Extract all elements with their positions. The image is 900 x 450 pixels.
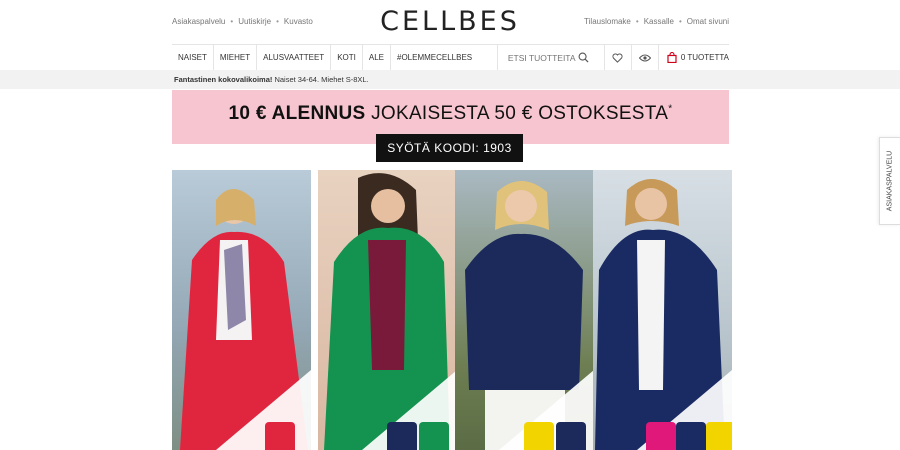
- nav-item-sale[interactable]: ALE: [363, 45, 391, 70]
- cart-label: 0 TUOTETTA: [680, 53, 729, 62]
- info-strip-text: Fantastinen kokovalikoima! Naiset 34-64.…: [174, 75, 369, 84]
- color-variant-thumb[interactable]: [676, 422, 706, 450]
- promo-headline-bold: 10 € ALENNUS: [228, 103, 366, 124]
- main-nav: NAISET MIEHET ALUSVAATTEET KOTI ALE #OLE…: [172, 44, 729, 71]
- search-box: [496, 45, 604, 70]
- promo-asterisk: *: [668, 103, 673, 115]
- search-input[interactable]: [507, 52, 578, 63]
- nav-item-women[interactable]: NAISET: [172, 45, 214, 70]
- top-link-my-pages[interactable]: Omat sivuni: [687, 17, 729, 26]
- color-variant-thumb[interactable]: [387, 422, 417, 450]
- cart-button[interactable]: 0 TUOTETTA: [657, 45, 729, 70]
- info-strip: Fantastinen kokovalikoima! Naiset 34-64.…: [0, 70, 900, 89]
- nav-item-olemmecellbes[interactable]: #OLEMMECELLBES: [391, 45, 478, 70]
- shopping-bag-icon: [667, 52, 677, 63]
- color-variant-thumb[interactable]: [524, 422, 554, 450]
- promo-code-badge: SYÖTÄ KOODI: 1903: [376, 134, 523, 162]
- product-card[interactable]: [455, 170, 594, 450]
- top-link-checkout[interactable]: Kassalle: [644, 17, 674, 26]
- top-links-right: Tilauslomake • Kassalle • Omat sivuni: [584, 17, 729, 26]
- side-tab-label: ASIAKASPALVELU: [886, 150, 894, 212]
- color-variant-thumb[interactable]: [706, 422, 732, 450]
- color-variant-thumb[interactable]: [646, 422, 676, 450]
- product-card[interactable]: [593, 170, 732, 450]
- thumbnail-overlay: [216, 370, 311, 450]
- nav-item-underwear[interactable]: ALUSVAATTEET: [257, 45, 332, 70]
- promo-headline-rest: JOKAISESTA 50 € OSTOKSESTA: [365, 103, 669, 124]
- color-variant-thumb[interactable]: [556, 422, 586, 450]
- search-icon[interactable]: [578, 52, 589, 63]
- recently-viewed-button[interactable]: [630, 45, 658, 70]
- eye-icon: [638, 54, 651, 62]
- promo-headline: 10 € ALENNUS JOKAISESTA 50 € OSTOKSESTA*: [172, 103, 729, 125]
- heart-icon: [612, 52, 623, 63]
- color-variant-thumb[interactable]: [265, 422, 295, 450]
- customer-service-side-tab[interactable]: ASIAKASPALVELU: [879, 137, 900, 225]
- color-variant-thumb[interactable]: [419, 422, 449, 450]
- info-strip-rest: Naiset 34-64. Miehet S-8XL.: [272, 75, 369, 84]
- wishlist-button[interactable]: [603, 45, 631, 70]
- separator-dot: •: [635, 17, 639, 26]
- separator-dot: •: [678, 17, 682, 26]
- product-card[interactable]: [172, 170, 311, 450]
- product-card[interactable]: [318, 170, 457, 450]
- top-link-order-form[interactable]: Tilauslomake: [584, 17, 631, 26]
- site-logo[interactable]: CELLBES: [0, 6, 900, 37]
- info-strip-bold: Fantastinen kokovalikoima!: [174, 75, 273, 84]
- nav-item-men[interactable]: MIEHET: [214, 45, 258, 70]
- nav-item-home[interactable]: KOTI: [331, 45, 363, 70]
